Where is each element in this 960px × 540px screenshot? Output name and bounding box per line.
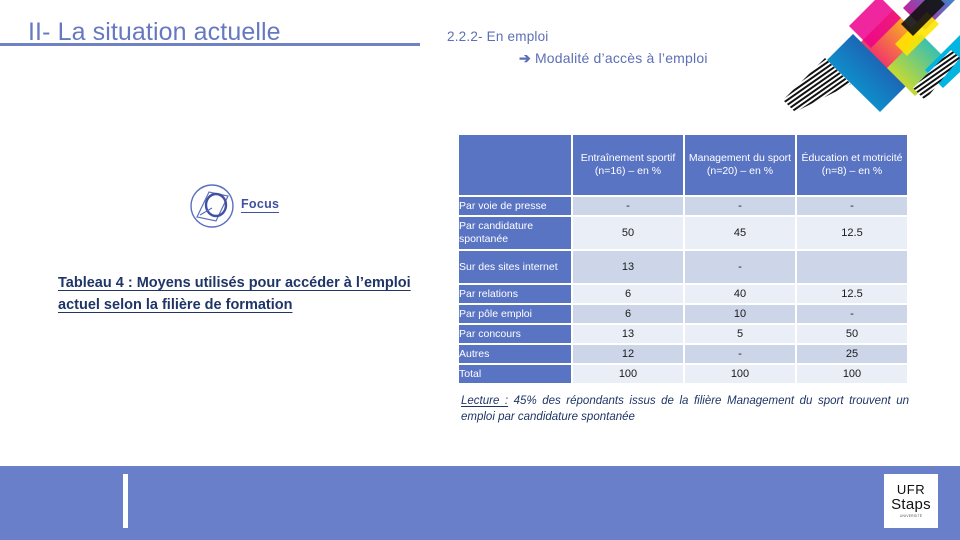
row-label: Total: [459, 365, 571, 383]
logo-line-staps: Staps: [891, 496, 931, 514]
table-row: Par concours 13 5 50: [459, 325, 907, 343]
cell-value: 40: [685, 285, 795, 303]
cell-value: 100: [573, 365, 683, 383]
row-label: Autres: [459, 345, 571, 363]
table-corner-header: [459, 135, 571, 195]
cell-value: 6: [573, 285, 683, 303]
table-header-row: Entraînement sportif (n=16) – en % Manag…: [459, 135, 907, 195]
cell-value: 13: [573, 325, 683, 343]
row-label: Par pôle emploi: [459, 305, 571, 323]
lecture-note: Lecture : 45% des répondants issus de la…: [461, 393, 909, 425]
cell-value: 5: [685, 325, 795, 343]
focus-label: Focus: [241, 197, 280, 213]
row-label: Par candidature spontanée: [459, 217, 571, 249]
footer-divider: [123, 474, 128, 528]
subtitle-block: 2.2.2- En emploi ➔ Modalité d’accès à l’e…: [447, 29, 807, 67]
cell-value: 13: [573, 251, 683, 283]
table-row: Sur des sites internet 13 -: [459, 251, 907, 283]
cell-value: 12.5: [797, 217, 907, 249]
table-row-total: Total 100 100 100: [459, 365, 907, 383]
arrow-right-icon: ➔: [519, 50, 531, 66]
lecture-text: 45% des répondants issus de la filière M…: [461, 395, 910, 423]
logo-subtext: UNIVERSITÉ: [899, 514, 923, 519]
table-row: Par relations 6 40 12.5: [459, 285, 907, 303]
slide-canvas: II- La situation actuelle 2.2.2- En empl…: [0, 0, 960, 540]
table-row: Par candidature spontanée 50 45 12.5: [459, 217, 907, 249]
focus-badge: Focus: [183, 184, 303, 230]
title-underline-rule: [0, 43, 420, 46]
cell-value: 12: [573, 345, 683, 363]
cell-value: -: [797, 305, 907, 323]
cell-value: 100: [797, 365, 907, 383]
subtitle-detail: Modalité d’accès à l’emploi: [534, 50, 708, 66]
cell-value: -: [685, 197, 795, 215]
column-header-education-et-motricite: Éducation et motricité (n=8) – en %: [797, 135, 907, 195]
row-label: Par concours: [459, 325, 571, 343]
cell-value: 50: [797, 325, 907, 343]
cell-value: -: [573, 197, 683, 215]
subtitle-detail-line: ➔ Modalité d’accès à l’emploi: [447, 50, 807, 67]
cell-value: 25: [797, 345, 907, 363]
cell-value: [797, 251, 907, 283]
cell-value: 6: [573, 305, 683, 323]
cell-value: -: [685, 345, 795, 363]
footer-band: [0, 466, 960, 540]
data-table: Entraînement sportif (n=16) – en % Manag…: [457, 133, 909, 385]
row-label: Par relations: [459, 285, 571, 303]
table-row: Par pôle emploi 6 10 -: [459, 305, 907, 323]
row-label: Par voie de presse: [459, 197, 571, 215]
cell-value: -: [685, 251, 795, 283]
ufr-staps-logo: UFR Staps UNIVERSITÉ: [884, 474, 938, 528]
cell-value: -: [797, 197, 907, 215]
cell-value: 45: [685, 217, 795, 249]
table-row: Autres 12 - 25: [459, 345, 907, 363]
logo-line-ufr: UFR: [896, 482, 926, 498]
column-header-entrainement-sportif: Entraînement sportif (n=16) – en %: [573, 135, 683, 195]
row-label: Sur des sites internet: [459, 251, 571, 283]
column-header-management-du-sport: Management du sport (n=20) – en %: [685, 135, 795, 195]
subtitle-number: 2.2.2- En emploi: [447, 29, 549, 44]
table-row: Par voie de presse - - -: [459, 197, 907, 215]
lecture-label: Lecture :: [461, 395, 509, 407]
cell-value: 10: [685, 305, 795, 323]
cell-value: 12.5: [797, 285, 907, 303]
cell-value: 100: [685, 365, 795, 383]
cell-value: 50: [573, 217, 683, 249]
table-caption: Tableau 4 : Moyens utilisés pour accéder…: [58, 275, 411, 313]
